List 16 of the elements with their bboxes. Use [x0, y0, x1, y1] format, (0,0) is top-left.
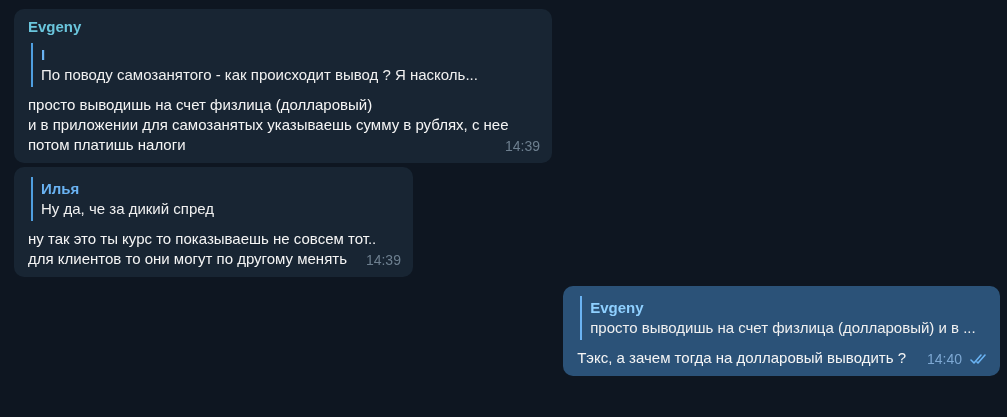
- message-text: для клиентов то они могут по другому менять: [28, 250, 347, 267]
- reply-text: По поводу самозанятого - как происходит вывод ? Я насколь...: [41, 65, 479, 85]
- reply-text: просто выводишь на счет физлица (долларовый) и в ...: [590, 318, 977, 338]
- reply-quote[interactable]: Илья Ну да, че за дикий спред: [31, 177, 399, 221]
- message-time: 14:39: [365, 251, 401, 270]
- reply-quote[interactable]: Evgeny просто выводишь на счет физлица (долларовый) и в ...: [580, 296, 986, 340]
- reply-author: Илья: [41, 179, 81, 199]
- reply-quote[interactable]: I По поводу самозанятого - как происходит вывод ? Я насколь...: [31, 43, 538, 87]
- message-text: Тэкс, а зачем тогда на долларовый выводить ?: [577, 349, 906, 366]
- sender-name: Evgeny: [28, 17, 83, 37]
- reply-author: I: [41, 45, 47, 65]
- message-text: просто выводишь на счет физлица (долларовый): [28, 96, 373, 113]
- message-text: ну так это ты курс то показываешь не совсем тот..: [28, 230, 377, 247]
- reply-text: Ну да, че за дикий спред: [41, 199, 215, 219]
- message-time: 14:40: [926, 350, 962, 369]
- reply-author: Evgeny: [590, 298, 645, 318]
